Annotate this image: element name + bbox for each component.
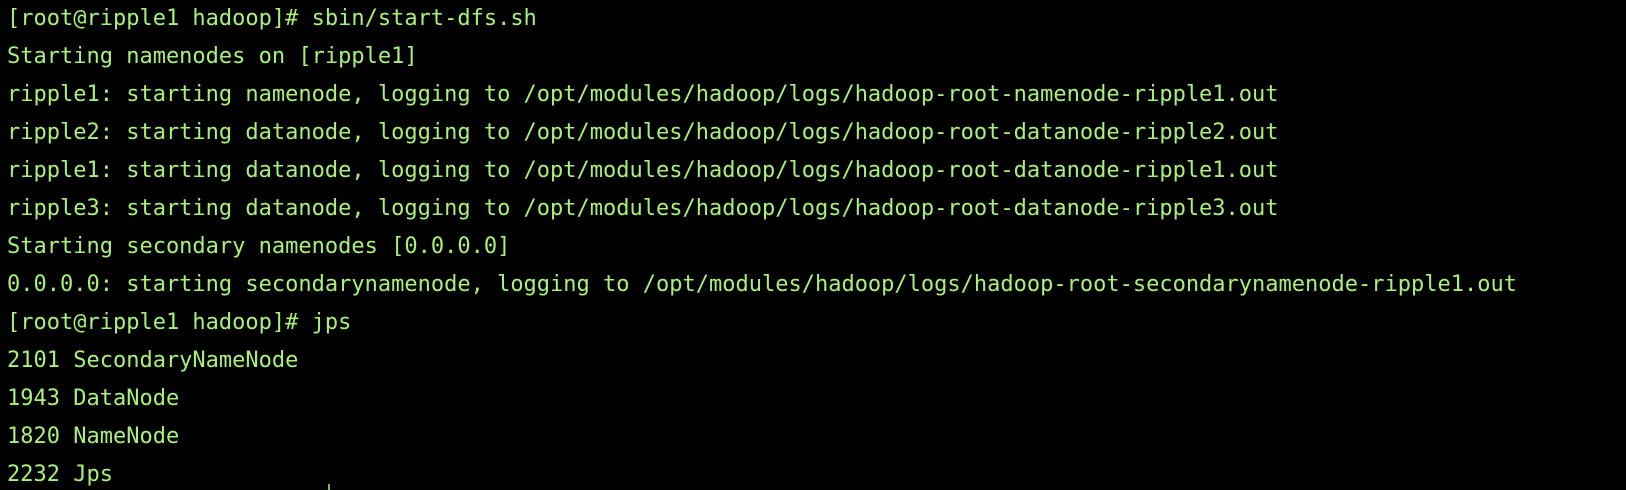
text-cursor (328, 484, 330, 490)
terminal-output: [root@ripple1 hadoop]# sbin/start-dfs.sh… (7, 0, 1626, 490)
terminal-line: Starting secondary namenodes [0.0.0.0] (7, 234, 511, 259)
terminal-line: 1820 NameNode (7, 424, 180, 449)
terminal-line: 2232 Jps (7, 462, 113, 487)
terminal-line: 0.0.0.0: starting secondarynamenode, log… (7, 272, 1517, 297)
terminal-line: ripple1: starting namenode, logging to /… (7, 82, 1279, 107)
terminal-line-prompt: [root@ripple1 hadoop]# jps (7, 310, 352, 335)
terminal-window[interactable]: [root@ripple1 hadoop]# sbin/start-dfs.sh… (0, 0, 1626, 490)
terminal-line: ripple3: starting datanode, logging to /… (7, 196, 1279, 221)
terminal-line: 1943 DataNode (7, 386, 180, 411)
terminal-line: ripple1: starting datanode, logging to /… (7, 158, 1279, 183)
terminal-line: Starting namenodes on [ripple1] (7, 44, 418, 69)
terminal-line-prompt: [root@ripple1 hadoop]# sbin/start-dfs.sh (7, 6, 537, 31)
terminal-line: ripple2: starting datanode, logging to /… (7, 120, 1279, 145)
terminal-line: 2101 SecondaryNameNode (7, 348, 299, 373)
